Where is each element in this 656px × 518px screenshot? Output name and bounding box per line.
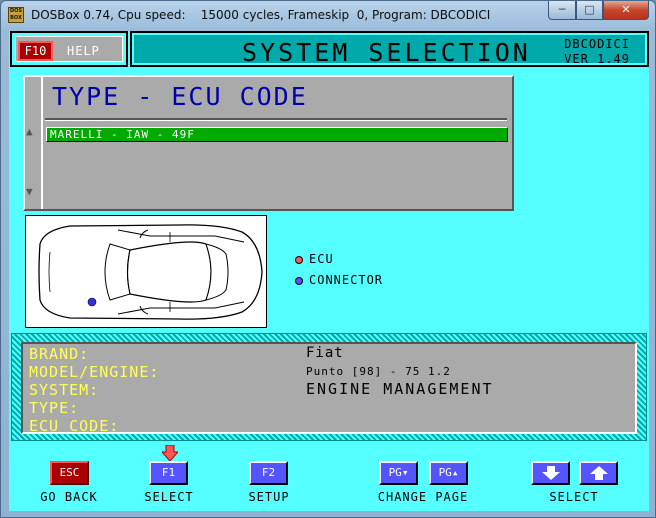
current-selection-arrow-icon (162, 445, 178, 461)
f2-key[interactable]: F2 (249, 461, 288, 485)
ecu-list-panel: ▲ ▼ TYPE - ECU CODE MARELLI - IAW - 49F (23, 75, 514, 211)
window-title: DOSBox 0.74, Cpu speed: 15000 cycles, Fr… (31, 8, 491, 22)
brand-value: Fiat (306, 345, 344, 361)
connector-legend-label: CONNECTOR (309, 273, 384, 287)
f10-help-key[interactable]: F10 (18, 41, 53, 61)
car-topview-image (38, 224, 263, 320)
minimize-button[interactable]: ─ (548, 1, 576, 20)
arrow-up-icon (589, 466, 608, 480)
window-titlebar[interactable]: DOS BOX DOSBox 0.74, Cpu speed: 15000 cy… (1, 1, 655, 30)
close-icon: ✕ (621, 3, 631, 16)
scroll-up-icon[interactable]: ▲ (26, 125, 33, 138)
header-bar: SYSTEM SELECTION DBCODICI VER 1.49 (130, 31, 649, 67)
maximize-button[interactable]: □ (576, 1, 603, 20)
model-engine-value: Punto [98] - 75 1.2 (306, 365, 451, 378)
go-back-label: GO BACK (40, 490, 98, 504)
dos-screen: F10 HELP SYSTEM SELECTION DBCODICI VER 1… (9, 31, 649, 511)
arrow-down-small-icon: ▾ (401, 466, 409, 479)
esc-key[interactable]: ESC (50, 461, 89, 485)
system-value: ENGINE MANAGEMENT (306, 380, 494, 398)
ecu-legend-label: ECU (309, 252, 334, 266)
vehicle-info-panel: BRAND: Fiat MODEL/ENGINE: Punto [98] - 7… (21, 342, 637, 435)
list-title: TYPE - ECU CODE (52, 82, 308, 111)
select-up-key[interactable] (579, 461, 618, 485)
minimize-icon: ─ (558, 3, 566, 16)
page-title: SYSTEM SELECTION (242, 38, 531, 67)
car-diagram (25, 215, 267, 328)
list-title-divider-highlight (45, 120, 507, 121)
model-engine-label: MODEL/ENGINE: (29, 363, 160, 381)
dosbox-window: DOS BOX DOSBox 0.74, Cpu speed: 15000 cy… (0, 0, 656, 518)
select-down-key[interactable] (531, 461, 570, 485)
page-up-key-label: PG (438, 466, 452, 479)
program-name: DBCODICI (564, 37, 630, 51)
page-up-key[interactable]: PG▴ (429, 461, 468, 485)
arrow-down-icon (541, 466, 560, 480)
select-label: SELECT (144, 490, 194, 504)
system-label: SYSTEM: (29, 381, 100, 399)
scroll-down-icon[interactable]: ▼ (26, 185, 33, 198)
maximize-icon: □ (584, 3, 595, 16)
list-item-selected[interactable]: MARELLI - IAW - 49F (46, 127, 508, 142)
list-scrollbar[interactable]: ▲ ▼ (25, 77, 43, 209)
dosbox-app-icon[interactable]: DOS BOX (8, 7, 24, 23)
type-label: TYPE: (29, 399, 80, 417)
help-label: HELP (67, 44, 100, 58)
close-button[interactable]: ✕ (603, 1, 649, 20)
f1-key[interactable]: F1 (149, 461, 188, 485)
page-down-key-label: PG (388, 466, 402, 479)
page-down-key[interactable]: PG▾ (379, 461, 418, 485)
ecu-code-label: ECU CODE: (29, 417, 120, 435)
setup-label: SETUP (248, 490, 290, 504)
connector-legend-dot (295, 277, 303, 285)
ecu-legend-dot (295, 256, 303, 264)
program-version: VER 1.49 (564, 52, 630, 66)
arrow-up-small-icon: ▴ (451, 466, 459, 479)
select-arrows-label: SELECT (549, 490, 599, 504)
change-page-label: CHANGE PAGE (377, 490, 469, 504)
brand-label: BRAND: (29, 345, 90, 363)
